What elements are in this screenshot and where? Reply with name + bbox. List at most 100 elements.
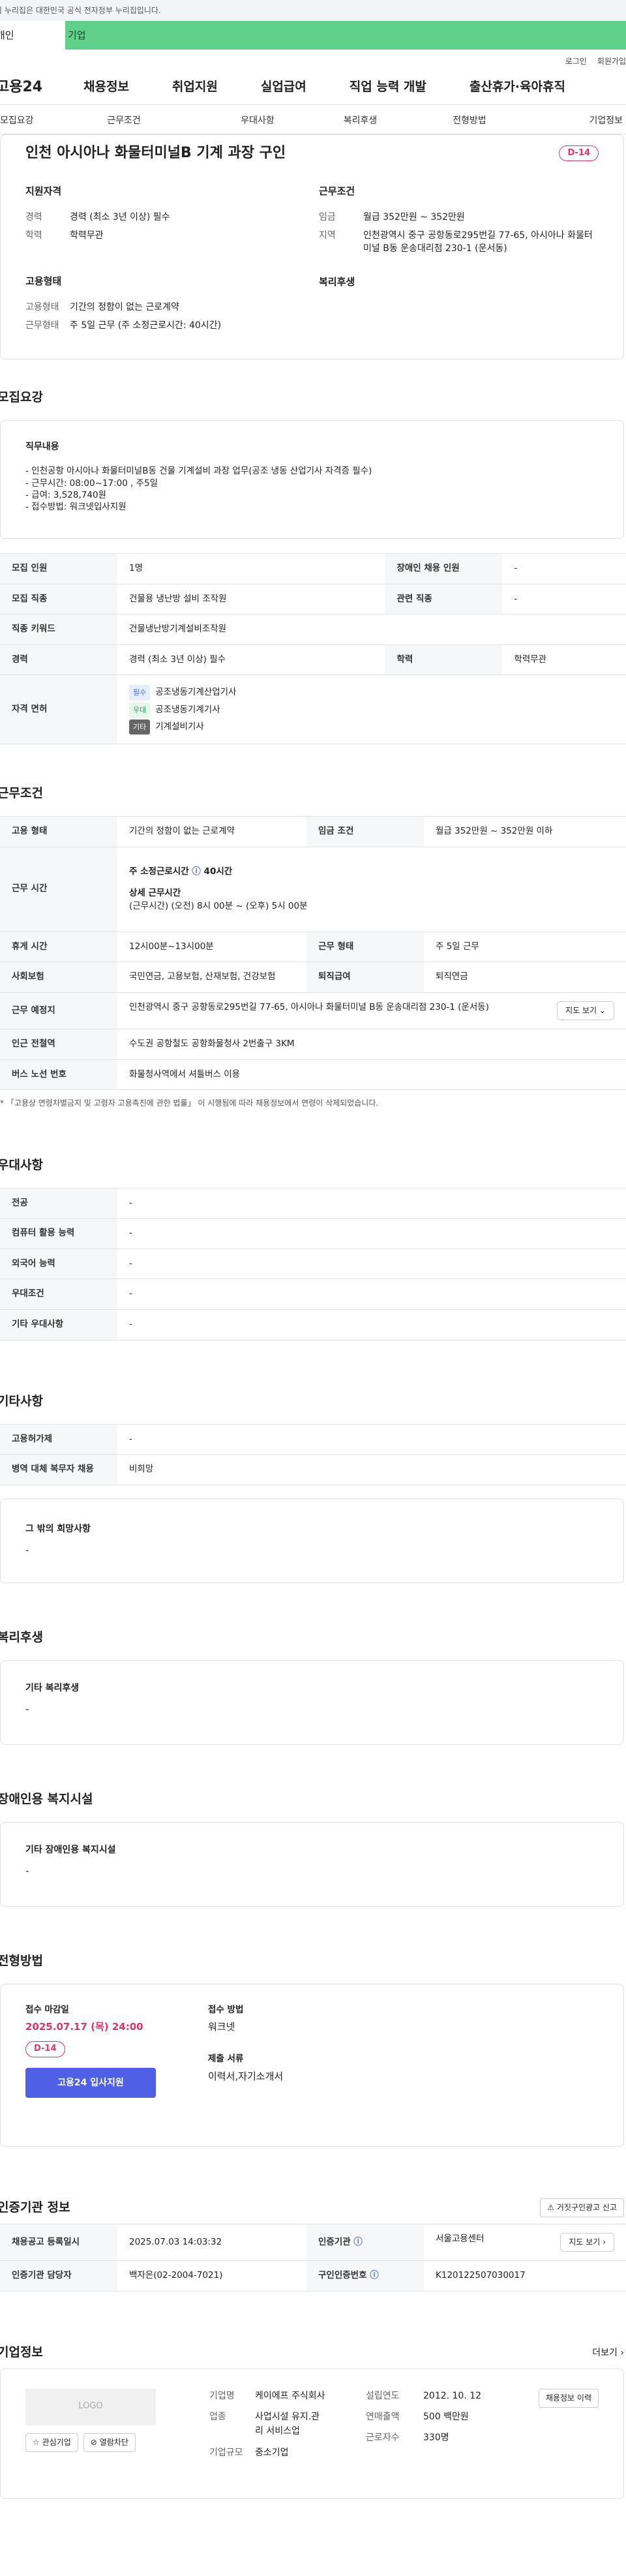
work-table: 고용 형태 기간의 정함이 없는 근로계약 임금 조건 월급 352만원 ~ 352… [0, 816, 626, 1091]
weekly-hours: 40시간 [203, 866, 233, 877]
value: 학력무관 [502, 644, 626, 675]
value: 국민연금, 고용보험, 산재보험, 건강보험 [117, 962, 306, 993]
selection-heading: 전형방법 [0, 1953, 43, 1968]
founded: 2012. 10. 12 [423, 2390, 482, 2401]
label: 전공 [0, 1187, 117, 1219]
method-label: 접수 방법 [208, 2004, 244, 2015]
tab-company-info[interactable]: 기업정보 [525, 114, 623, 134]
history-button[interactable]: 채용정보 이력 [538, 2388, 599, 2408]
table-row: 버스 노선 번호 화물청사역에서 셔틀버스 이용 [0, 1059, 626, 1091]
label: 사회보험 [0, 962, 117, 993]
label: 병역 대체 복무자 채용 [0, 1454, 117, 1485]
section-tabs: 모집요강 근무조건 우대사항 복리후생 전형방법 기업정보 [0, 104, 626, 134]
docs: 이력서,자기소개서 [208, 2070, 284, 2082]
block-button[interactable]: ⊘ 열람차단 [83, 2432, 136, 2453]
work-heading: 근무조건 [0, 786, 43, 801]
recruit-heading: 모집요강 [0, 390, 43, 404]
deadline: 2025.07.17 (목) 24:00 [25, 2021, 143, 2033]
value: K120122507030017 [424, 2260, 626, 2292]
label: 모집 인원 [0, 553, 117, 584]
gnb-item[interactable]: 채용정보 [83, 78, 129, 97]
gov-banner: 이 누리집은 대한민국 공식 전자정부 누리집입니다. [0, 0, 626, 21]
table-row: 기타 우대사항 - [0, 1309, 626, 1341]
label: 관련 직종 [385, 583, 503, 614]
info-icon[interactable]: ⓘ [370, 2270, 379, 2281]
site-logo[interactable]: 고용24 [0, 77, 74, 98]
map-button[interactable]: 지도 보기 ⌄ [557, 1001, 614, 1021]
label: 인증기관 ⓘ [306, 2223, 424, 2261]
label: 업종 [209, 2412, 226, 2423]
tab-preference[interactable]: 우대사항 [209, 114, 306, 134]
label: 근무 형태 [306, 931, 424, 962]
dday-badge: D-14 [25, 2041, 65, 2057]
license-name: 공조냉동기계기사 [155, 704, 220, 715]
value: 기간의 정함이 없는 근로계약 [117, 816, 306, 847]
label: 연매출액 [366, 2412, 400, 2423]
favorite-button[interactable]: ☆ 관심기업 [25, 2432, 78, 2453]
industry: 사업시설 유지.관리 서비스업 [255, 2412, 320, 2437]
tab-selection[interactable]: 전형방법 [414, 114, 525, 134]
gnb-item[interactable]: 출산휴가·육아휴직 [470, 78, 565, 97]
tab-welfare[interactable]: 복리후생 [306, 114, 414, 134]
company-box: LOGO ☆ 관심기업 ⊘ 열람차단 기업명 케이에프 주식회사 업종 사업시설 유… [0, 2368, 624, 2499]
table-row: 휴게 시간 12시00분~13시00분 근무 형태 주 5일 근무 [0, 931, 626, 962]
tab-recruit[interactable]: 모집요강 [0, 114, 39, 134]
chevron-right-icon: › [620, 2347, 624, 2358]
disability-title: 기타 장애인용 복지시설 [25, 1844, 116, 1855]
value: 비희망 [117, 1454, 626, 1485]
table-row: 인근 전철역 수도권 공항철도 공항화물청사 2번출구 3KM [0, 1029, 626, 1060]
value: - [502, 553, 626, 584]
utility-nav: 로그인 회원가입 [0, 50, 626, 70]
duty-line: - 접수방법: 워크넷입사지원 [25, 501, 127, 512]
value: 퇴직연금 [424, 962, 626, 993]
gnb-item[interactable]: 직업 능력 개발 [350, 78, 426, 97]
table-row: 채용공고 등록일시 2025.07.03 14:03:32 인증기관 ⓘ 서울고용… [0, 2223, 626, 2261]
login-link[interactable]: 로그인 [565, 56, 587, 70]
apply-button[interactable]: 고용24 입사지원 [25, 2067, 156, 2098]
report-button[interactable]: ⚠ 거짓구인광고 신고 [540, 2198, 624, 2218]
label: 경력 [0, 644, 117, 675]
member-type-switch: 개인 기업 [0, 21, 626, 50]
tab-conditions[interactable]: 근무조건 [39, 114, 209, 134]
value: 서울고용센터 [436, 2233, 484, 2244]
value: - [117, 1187, 626, 1219]
info-icon[interactable]: ⓘ [353, 2237, 363, 2247]
label: 지역 [319, 230, 336, 241]
value: 화물청사역에서 셔틀버스 이용 [117, 1059, 626, 1091]
more-link[interactable]: 더보기 › [592, 2346, 624, 2359]
license-name: 기계설비기사 [155, 721, 204, 732]
global-nav: 고용24 채용정보 취업지원 실업급여 직업 능력 개발 출산휴가·육아휴직 [0, 70, 626, 104]
value: 수도권 공항철도 공항화물청사 2번출구 3KM [117, 1029, 626, 1060]
agency-heading: 인증기관 정보 [0, 2200, 70, 2215]
label: 기타 우대사항 [0, 1309, 117, 1341]
label: 자격 면허 [0, 674, 117, 745]
value: 학력무관 [70, 230, 104, 241]
gnb-item[interactable]: 취업지원 [172, 78, 218, 97]
gnb-item[interactable]: 실업급여 [261, 78, 306, 97]
value: 기간의 정함이 없는 근로계약 [70, 302, 179, 313]
welfare-value: - [25, 1703, 29, 1716]
label: 근무형태 [25, 320, 59, 331]
value: 2025.07.03 14:03:32 [117, 2223, 306, 2261]
value: - [117, 1423, 626, 1455]
value: 월급 352만원 ~ 352만원 이하 [424, 816, 626, 847]
table-row: 컴퓨터 활용 능력 - [0, 1218, 626, 1249]
method: 워크넷 [208, 2021, 235, 2033]
welfare-heading: 복리후생 [319, 275, 355, 288]
label: 임금 조건 [306, 816, 424, 847]
label: 학력 [25, 230, 42, 241]
map-button[interactable]: 지도 보기 › [560, 2232, 614, 2252]
signup-link[interactable]: 회원가입 [597, 56, 626, 70]
selection-box: 접수 마감일 2025.07.17 (목) 24:00 D-14 고용24 입사… [0, 1983, 624, 2147]
value: - [117, 1309, 626, 1341]
value: 월급 352만원 ~ 352만원 [363, 211, 465, 222]
label: 기업명 [209, 2390, 235, 2401]
tab-company[interactable]: 기업 [65, 21, 626, 50]
tab-personal[interactable]: 개인 [0, 21, 65, 50]
disability-value: - [25, 1865, 29, 1877]
table-row: 경력 경력 (최소 3년 이상) 필수 학력 학력무관 [0, 644, 626, 675]
value: 건물용 냉난방 설비 조작원 [117, 583, 385, 614]
employees: 330명 [423, 2432, 449, 2444]
company-size: 중소기업 [255, 2447, 289, 2458]
etc-heading: 기타사항 [0, 1393, 43, 1408]
